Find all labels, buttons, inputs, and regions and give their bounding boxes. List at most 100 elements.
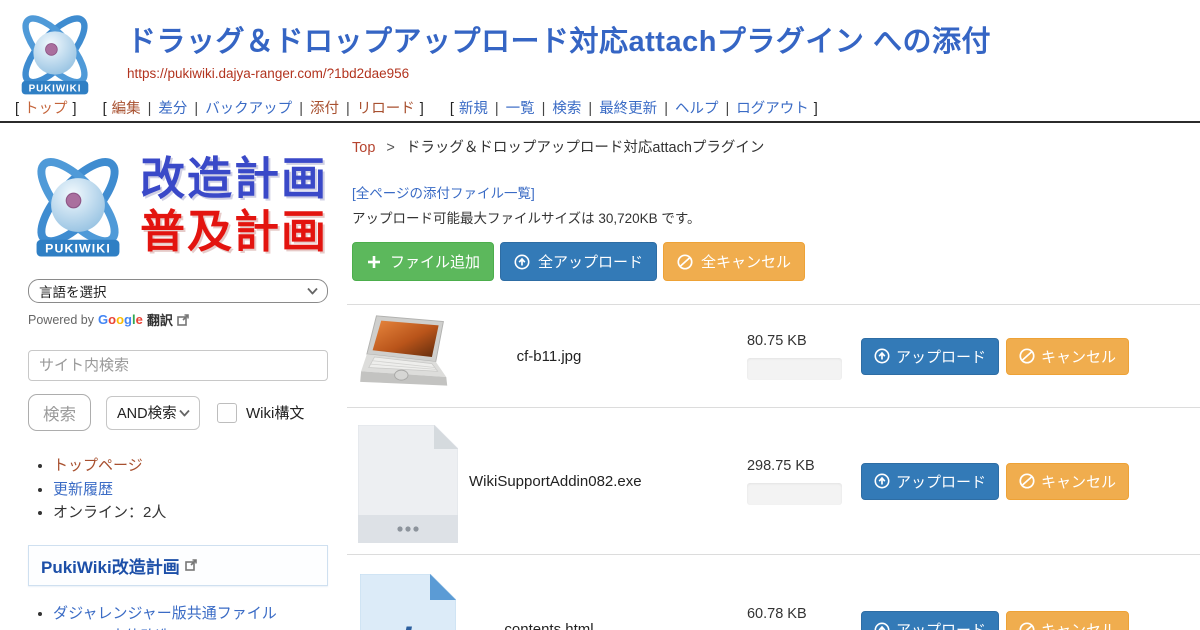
page-url-link[interactable]: https://pukiwiki.dajya-ranger.com/?1bd2d… [127, 66, 409, 81]
plus-icon [366, 254, 382, 270]
file-size: 298.75 KB [747, 458, 847, 474]
upload-icon [514, 254, 530, 270]
banner-words: 改造計画 普及計画 [140, 152, 328, 258]
atom-nucleus-icon [46, 44, 58, 56]
google-translate-attribution: Powered by Google 翻訳 [28, 310, 328, 329]
upload-button-label: アップロード [896, 346, 986, 367]
cancel-button-label: キャンセル [1041, 471, 1116, 492]
bracket: ] [814, 101, 818, 117]
nav-item-reload[interactable]: リロード [357, 101, 415, 117]
file-name: WikiSupportAddin082.exe [469, 473, 629, 490]
cancel-all-button[interactable]: 全キャンセル [663, 242, 805, 281]
file-size: 80.75 KB [747, 333, 847, 349]
breadcrumb: Top > ドラッグ＆ドロップアップロード対応attachプラグイン [352, 136, 1200, 157]
file-thumbnail-cell [347, 419, 469, 543]
file-actions: アップロード キャンセル [861, 338, 1129, 375]
navbar: [トップ] [編集|差分|バックアップ|添付|リロード] [新規|一覧|検索|最… [10, 97, 835, 118]
translate-label: 翻訳 [147, 310, 173, 329]
svg-text:PUKIWIKI: PUKIWIKI [45, 242, 111, 256]
list-item: ダジャレンジャー版共通ファイル [53, 604, 328, 624]
pukiwiki-logo[interactable]: PUKIWIKI [8, 8, 102, 98]
nav-group-page: [編集|差分|バックアップ|添付|リロード] [98, 101, 429, 117]
nav-item-new[interactable]: 新規 [459, 101, 488, 117]
add-file-button[interactable]: ファイル追加 [352, 242, 494, 281]
cancel-button[interactable]: キャンセル [1006, 338, 1129, 375]
nav-item-recent[interactable]: 最終更新 [599, 101, 657, 117]
sidebar: PUKIWIKI 改造計画 普及計画 言語を選択 Powered by Goog… [0, 123, 347, 630]
nav-item-list[interactable]: 一覧 [506, 101, 535, 117]
sidebar-item-toppage[interactable]: トップページ [53, 457, 143, 474]
separator: | [588, 101, 592, 117]
site-search-input[interactable] [28, 350, 328, 381]
pukiwiki-banner-logo-icon: PUKIWIKI [22, 146, 134, 264]
nav-item-help[interactable]: ヘルプ [675, 101, 719, 117]
nav-item-diff[interactable]: 差分 [158, 101, 187, 117]
nav-item-edit[interactable]: 編集 [112, 101, 141, 117]
upload-button-label: アップロード [896, 619, 986, 630]
upload-all-button[interactable]: 全アップロード [500, 242, 657, 281]
breadcrumb-current: ドラッグ＆ドロップアップロード対応attachプラグイン [406, 140, 765, 156]
file-actions: アップロード キャンセル [861, 611, 1129, 630]
all-attachments-link[interactable]: [全ページの添付ファイル一覧] [352, 182, 535, 202]
file-meta: 80.75 KB [747, 333, 847, 380]
file-size: 60.78 KB [747, 606, 847, 622]
cancel-button[interactable]: キャンセル [1006, 463, 1129, 500]
upload-size-info: アップロード可能最大ファイルサイズは 30,720KB です。 [352, 207, 1200, 227]
search-button[interactable]: 検索 [28, 394, 91, 431]
nav-item-search[interactable]: 検索 [552, 101, 581, 117]
nav-group-site: [新規|一覧|検索|最終更新|ヘルプ|ログアウト] [445, 101, 823, 117]
breadcrumb-home-link[interactable]: Top [352, 140, 375, 156]
page-title: ドラッグ＆ドロップアップロード対応attachプラグイン への添付 [127, 18, 991, 60]
file-actions: アップロード キャンセル [861, 463, 1129, 500]
wiki-syntax-label: Wiki構文 [246, 402, 304, 423]
sidebar-item-common-files[interactable]: ダジャレンジャー版共通ファイル [53, 605, 277, 622]
laptop-photo-thumbnail [355, 312, 461, 400]
online-count: オンライン：2人 [53, 503, 328, 523]
banner-line2: 普及計画 [140, 205, 328, 258]
cancel-button[interactable]: キャンセル [1006, 611, 1129, 630]
upload-button[interactable]: アップロード [861, 463, 999, 500]
upload-button[interactable]: アップロード [861, 611, 999, 630]
banner-line1: 改造計画 [140, 152, 328, 205]
sidebar-plugin-links: ダジャレンジャー版共通ファイル PukiWiki本体改造 PukiWikiテキス… [28, 604, 328, 630]
file-row: </> contents.html 60.78 KB [347, 554, 1200, 630]
sidebar-heading-kaizou-link[interactable]: PukiWiki改造計画 [28, 545, 328, 586]
upload-toolbar: ファイル追加 全アップロード 全キャンセル [352, 242, 1200, 281]
sidebar-item-recent-changes[interactable]: 更新履歴 [53, 481, 113, 498]
progress-bar [747, 358, 842, 380]
nav-item-attach[interactable]: 添付 [310, 101, 339, 117]
file-name: contents.html [469, 621, 629, 630]
upload-icon [874, 473, 890, 489]
chevron-down-icon [179, 409, 190, 416]
wiki-syntax-checkbox[interactable] [217, 403, 237, 423]
ban-icon [677, 254, 693, 270]
cancel-all-label: 全キャンセル [701, 251, 791, 272]
upload-button[interactable]: アップロード [861, 338, 999, 375]
file-row: cf-b11.jpg 80.75 KB アップロード [347, 304, 1200, 407]
ban-icon [1019, 348, 1035, 364]
generic-file-icon [358, 425, 458, 543]
ban-icon [1019, 473, 1035, 489]
nav-item-backup[interactable]: バックアップ [205, 101, 292, 117]
header: PUKIWIKI ドラッグ＆ドロップアップロード対応attachプラグイン への… [0, 0, 1200, 123]
nav-item-logout[interactable]: ログアウト [736, 101, 809, 117]
chevron-down-icon [307, 288, 318, 295]
separator: | [725, 101, 729, 117]
language-select[interactable]: 言語を選択 [28, 279, 328, 303]
nav-item-top[interactable]: トップ [24, 101, 68, 117]
separator: | [495, 101, 499, 117]
upload-file-list: cf-b11.jpg 80.75 KB アップロード [347, 304, 1200, 630]
separator: | [148, 101, 152, 117]
search-mode-select[interactable]: AND検索 [106, 396, 200, 430]
sidebar-heading-label: PukiWiki改造計画 [41, 553, 180, 578]
bracket: [ [15, 101, 19, 117]
sidebar-banner-link[interactable]: PUKIWIKI 改造計画 普及計画 [22, 141, 328, 269]
upload-all-label: 全アップロード [538, 251, 643, 272]
bracket: ] [420, 101, 424, 117]
nav-group-top: [トップ] [10, 101, 82, 117]
google-logo: Google [98, 312, 143, 327]
file-thumbnail-cell [347, 312, 469, 400]
add-file-label: ファイル追加 [390, 251, 480, 272]
powered-by-text: Powered by [28, 313, 94, 327]
sidebar-top-links: トップページ 更新履歴 オンライン：2人 [28, 456, 328, 523]
